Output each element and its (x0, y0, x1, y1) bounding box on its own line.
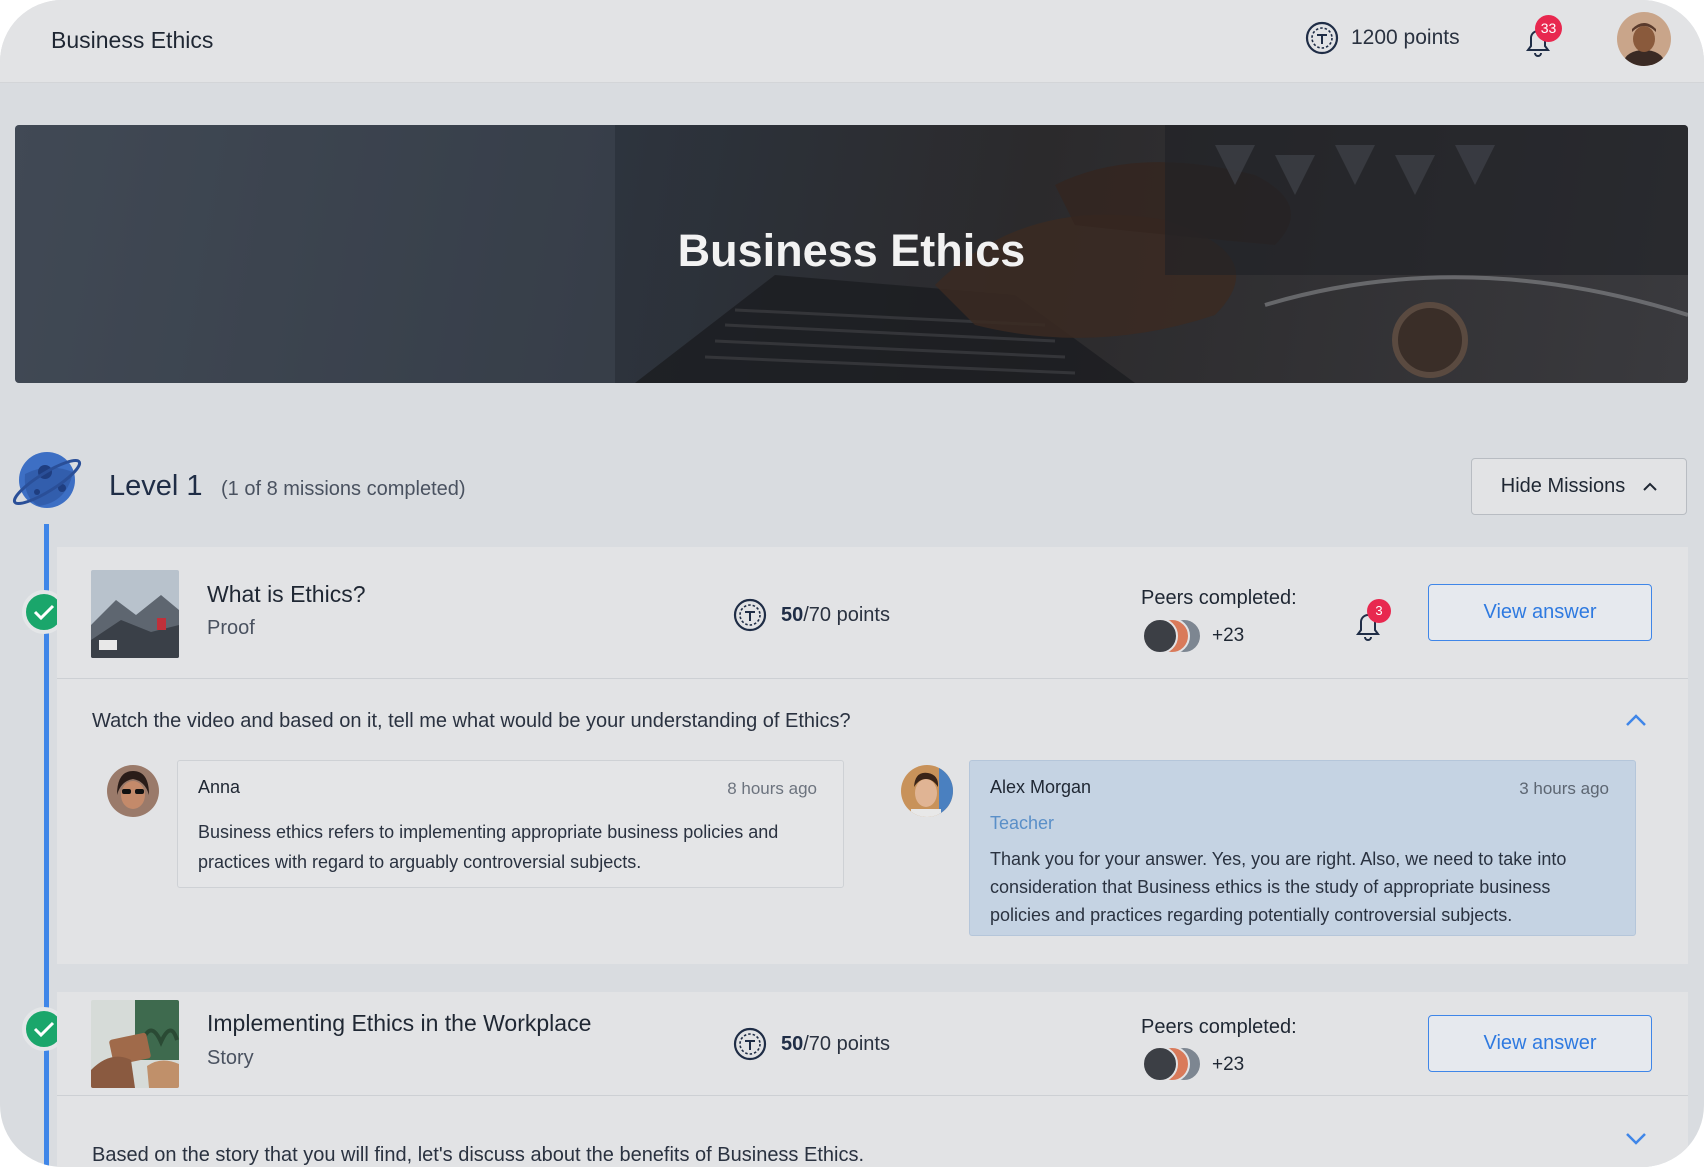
peer-avatars (1142, 1046, 1206, 1086)
mission-points: 50/70 points (733, 598, 890, 632)
user-avatar[interactable] (1617, 12, 1671, 66)
points-earned: 50 (781, 1032, 804, 1055)
comment-time: 3 hours ago (1519, 779, 1609, 798)
mission-thumbnail (91, 1000, 179, 1088)
notification-badge: 33 (1535, 15, 1562, 42)
app-frame: Business Ethics 1200 points 33 Business … (0, 0, 1704, 1167)
coin-icon (733, 598, 767, 632)
mission-details: Based on the story that you will find, l… (57, 1095, 1688, 1167)
level-progress: (1 of 8 missions completed) (221, 478, 466, 500)
mission-type: Story (207, 1047, 254, 1069)
comment-card: Anna 8 hours ago Business ethics refers … (177, 760, 844, 888)
avatar (107, 765, 159, 817)
teacher-comment-card: Alex Morgan 3 hours ago Teacher Thank yo… (969, 760, 1636, 936)
mission-header[interactable]: What is Ethics? Proof 50/70 points Peers… (57, 547, 1688, 678)
view-answer-button[interactable]: View answer (1428, 584, 1652, 641)
mission-header[interactable]: Implementing Ethics in the Workplace Sto… (57, 992, 1688, 1095)
points-text: 1200 points (1351, 26, 1460, 49)
mission-type: Proof (207, 617, 255, 639)
mission-question: Based on the story that you will find, l… (92, 1144, 865, 1166)
mission-points: 50/70 points (733, 1027, 890, 1061)
notification-badge: 3 (1367, 599, 1391, 623)
comment-text: Business ethics refers to implementing a… (198, 822, 779, 872)
mission-question: Watch the video and based on it, tell me… (92, 710, 851, 732)
peers-label: Peers completed: (1141, 1016, 1297, 1038)
mission-title: What is Ethics? (207, 581, 366, 607)
comment-time: 8 hours ago (727, 779, 817, 798)
hero-title: Business Ethics (677, 225, 1026, 276)
chevron-down-icon[interactable] (1625, 1132, 1647, 1146)
planet-icon (12, 452, 82, 508)
mission-title: Implementing Ethics in the Workplace (207, 1010, 592, 1036)
app-title: Business Ethics (51, 27, 214, 53)
avatar (1142, 1046, 1178, 1082)
avatar (1142, 618, 1178, 654)
hide-missions-label: Hide Missions (1500, 475, 1626, 497)
points-display: 1200 points (1305, 21, 1460, 55)
mission-card: Implementing Ethics in the Workplace Sto… (57, 992, 1688, 1167)
level-title: Level 1 (109, 470, 203, 502)
hero-banner: Business Ethics (15, 125, 1688, 383)
coin-icon (1305, 21, 1339, 55)
top-bar: Business Ethics 1200 points 33 (0, 0, 1704, 83)
mission-thumbnail (91, 570, 179, 658)
mission-details: Watch the video and based on it, tell me… (57, 678, 1688, 964)
comment-role: Teacher (990, 813, 1055, 833)
mission-card: What is Ethics? Proof 50/70 points Peers… (57, 547, 1688, 964)
chevron-up-icon (1643, 482, 1657, 491)
points-total: /70 points (803, 603, 890, 626)
hide-missions-button[interactable]: Hide Missions (1471, 458, 1687, 515)
comment-author: Anna (198, 777, 241, 797)
view-answer-button[interactable]: View answer (1428, 1015, 1652, 1072)
comment-author: Alex Morgan (990, 777, 1092, 797)
peers-count: +23 (1212, 1054, 1245, 1075)
comment-text: Thank you for your answer. Yes, you are … (990, 849, 1567, 925)
peers-label: Peers completed: (1141, 587, 1297, 609)
peer-avatars (1142, 618, 1206, 658)
avatar (901, 765, 953, 817)
chevron-up-icon[interactable] (1625, 713, 1647, 727)
points-earned: 50 (781, 603, 804, 626)
points-total: /70 points (803, 1032, 890, 1055)
coin-icon (733, 1027, 767, 1061)
peers-count: +23 (1212, 625, 1245, 646)
